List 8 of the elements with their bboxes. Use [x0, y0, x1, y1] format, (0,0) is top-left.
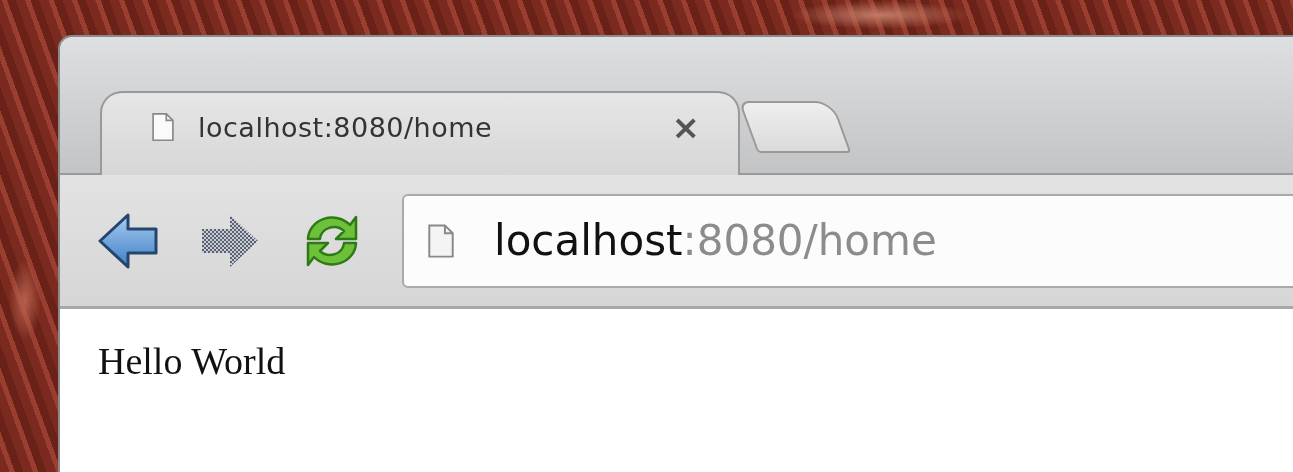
page-icon: [428, 222, 454, 259]
address-bar[interactable]: localhost:8080/home: [402, 193, 1293, 288]
close-tab-button[interactable]: ×: [665, 110, 706, 144]
page-icon: [152, 112, 174, 142]
page-text: Hello World: [98, 339, 286, 383]
browser-tab[interactable]: localhost:8080/home ×: [100, 91, 740, 175]
tab-title: localhost:8080/home: [198, 111, 493, 143]
url-text: localhost:8080/home: [494, 216, 937, 265]
